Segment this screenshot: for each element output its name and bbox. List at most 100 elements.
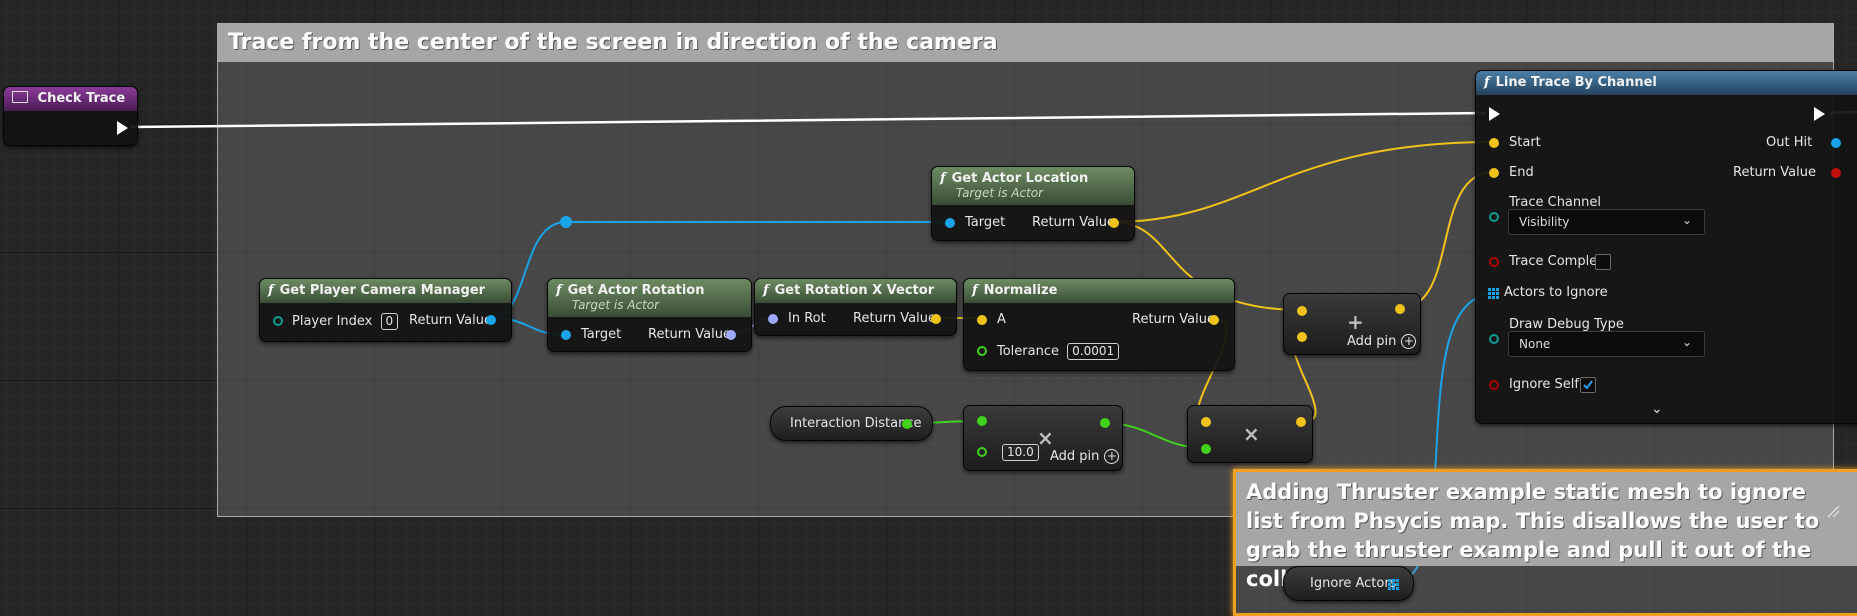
return-value-label: Return Value <box>648 327 731 342</box>
node-title: Line Trace By Channel <box>1495 75 1657 90</box>
float-out-pin[interactable] <box>1100 418 1110 428</box>
player-index-pin[interactable] <box>273 316 283 326</box>
normalize-node[interactable]: f Normalize A Return Value Tolerance 0.00… <box>963 278 1235 371</box>
a-pin[interactable] <box>977 315 987 325</box>
a-pin[interactable] <box>977 416 987 426</box>
comment-text[interactable]: Adding Thruster example static mesh to i… <box>1236 472 1857 591</box>
return-value-label: Return Value <box>853 311 936 326</box>
exec-in-pin[interactable] <box>1489 107 1500 121</box>
return-value-pin[interactable] <box>1831 168 1841 178</box>
event-icon <box>12 91 28 103</box>
node-title: Get Rotation X Vector <box>774 283 935 298</box>
get-rotation-x-vector-node[interactable]: f Get Rotation X Vector In Rot Return Val… <box>754 278 957 336</box>
function-icon: f <box>763 283 769 298</box>
target-label: Target <box>581 327 622 342</box>
node-title: Get Player Camera Manager <box>279 283 486 298</box>
return-value-pin[interactable] <box>1109 218 1119 228</box>
add-pin-label[interactable]: Add pin <box>1050 449 1099 464</box>
function-icon: f <box>1484 75 1490 90</box>
a-pin[interactable] <box>1201 417 1211 427</box>
array-pin-icon[interactable] <box>1488 288 1499 299</box>
b-pin[interactable] <box>977 447 987 457</box>
draw-debug-dropdown[interactable]: None ⌄ <box>1508 331 1705 357</box>
trace-complex-label: Trace Complex <box>1509 254 1605 269</box>
return-value-pin[interactable] <box>486 315 496 325</box>
get-actor-location-node[interactable]: f Get Actor Location Target is Actor Targe… <box>931 166 1135 241</box>
get-player-camera-manager-node[interactable]: f Get Player Camera Manager Player Index … <box>259 278 512 342</box>
b-pin[interactable] <box>1297 332 1307 342</box>
add-pin-icon[interactable]: + <box>1401 334 1417 349</box>
end-pin[interactable] <box>1489 168 1499 178</box>
return-value-pin[interactable] <box>1209 315 1219 325</box>
player-index-label: Player Index <box>292 314 373 329</box>
return-value-label: Return Value <box>409 313 492 328</box>
target-pin[interactable] <box>561 330 571 340</box>
actors-to-ignore-label: Actors to Ignore <box>1504 285 1608 300</box>
trace-complex-checkbox[interactable] <box>1595 254 1611 270</box>
node-subtitle: Target is Actor <box>572 298 660 312</box>
exec-out-pin[interactable] <box>1814 107 1825 121</box>
draw-debug-label: Draw Debug Type <box>1509 317 1624 332</box>
end-label: End <box>1509 165 1534 180</box>
add-pin-icon[interactable]: + <box>1104 449 1120 464</box>
multiplier-input[interactable]: 10.0 <box>1002 444 1039 461</box>
ignore-actors-node[interactable]: Ignore Actors <box>1283 566 1414 601</box>
function-icon: f <box>972 283 978 298</box>
in-rot-label: In Rot <box>788 311 826 326</box>
ignore-actors-label: Ignore Actors <box>1310 576 1397 591</box>
trace-channel-value: Visibility <box>1519 215 1570 229</box>
ignore-self-pin[interactable] <box>1489 380 1499 390</box>
out-hit-pin[interactable] <box>1831 138 1841 148</box>
player-index-input[interactable]: 0 <box>380 313 399 330</box>
array-pin-icon[interactable] <box>1388 579 1399 590</box>
target-pin[interactable] <box>945 218 955 228</box>
return-value-pin[interactable] <box>931 314 941 324</box>
start-pin[interactable] <box>1489 138 1499 148</box>
trace-complex-pin[interactable] <box>1489 257 1499 267</box>
expand-chevron-icon[interactable]: ⌄ <box>1651 401 1663 417</box>
checkmark-icon <box>1583 380 1593 390</box>
interaction-distance-node[interactable]: Interaction Distance <box>770 406 933 441</box>
node-title: Get Actor Rotation <box>567 283 705 298</box>
multiply-icon: × <box>1037 426 1054 450</box>
a-pin[interactable] <box>1297 306 1307 316</box>
vector-out-pin[interactable] <box>1296 417 1306 427</box>
multiply-float-node[interactable]: 10.0 × Add pin + <box>963 405 1123 471</box>
node-subtitle: Target is Actor <box>956 186 1044 200</box>
resize-grip-icon[interactable] <box>1826 504 1840 518</box>
trace-channel-pin[interactable] <box>1489 212 1499 222</box>
check-trace-node[interactable]: Check Trace <box>3 86 138 146</box>
exec-out-pin[interactable] <box>117 121 128 135</box>
ignore-self-checkbox[interactable] <box>1580 377 1596 393</box>
node-title: Normalize <box>983 283 1058 298</box>
float-out-pin[interactable] <box>902 419 912 429</box>
add-vector-node[interactable]: + Add pin + <box>1283 293 1421 355</box>
return-value-label: Return Value <box>1132 312 1215 327</box>
out-hit-label: Out Hit <box>1766 135 1813 150</box>
check-trace-title: Check Trace <box>37 91 126 106</box>
get-actor-rotation-node[interactable]: f Get Actor Rotation Target is Actor Targe… <box>547 278 752 352</box>
draw-debug-value: None <box>1519 337 1551 351</box>
in-rot-pin[interactable] <box>768 314 778 324</box>
node-title: Get Actor Location <box>951 171 1089 186</box>
function-icon: f <box>556 283 562 298</box>
start-label: Start <box>1509 135 1541 150</box>
tolerance-input[interactable]: 0.0001 <box>1067 343 1120 360</box>
multiply-vector-node[interactable]: × <box>1187 405 1313 463</box>
a-label: A <box>997 312 1006 327</box>
function-icon: f <box>940 171 946 186</box>
comment-title[interactable]: Trace from the center of the screen in d… <box>218 24 1833 62</box>
return-value-label: Return Value <box>1032 215 1115 230</box>
return-value-pin[interactable] <box>726 330 736 340</box>
draw-debug-pin[interactable] <box>1489 334 1499 344</box>
tolerance-pin[interactable] <box>977 346 987 356</box>
trace-channel-label: Trace Channel <box>1509 195 1601 210</box>
b-pin[interactable] <box>1201 444 1211 454</box>
add-icon: + <box>1347 310 1364 334</box>
line-trace-by-channel-node[interactable]: f Line Trace By Channel Start Out Hit End… <box>1475 70 1857 424</box>
ignore-self-label: Ignore Self <box>1509 377 1579 392</box>
add-pin-label[interactable]: Add pin <box>1347 334 1396 349</box>
vector-out-pin[interactable] <box>1395 304 1405 314</box>
tolerance-label: Tolerance <box>997 344 1059 359</box>
trace-channel-dropdown[interactable]: Visibility ⌄ <box>1508 209 1705 235</box>
